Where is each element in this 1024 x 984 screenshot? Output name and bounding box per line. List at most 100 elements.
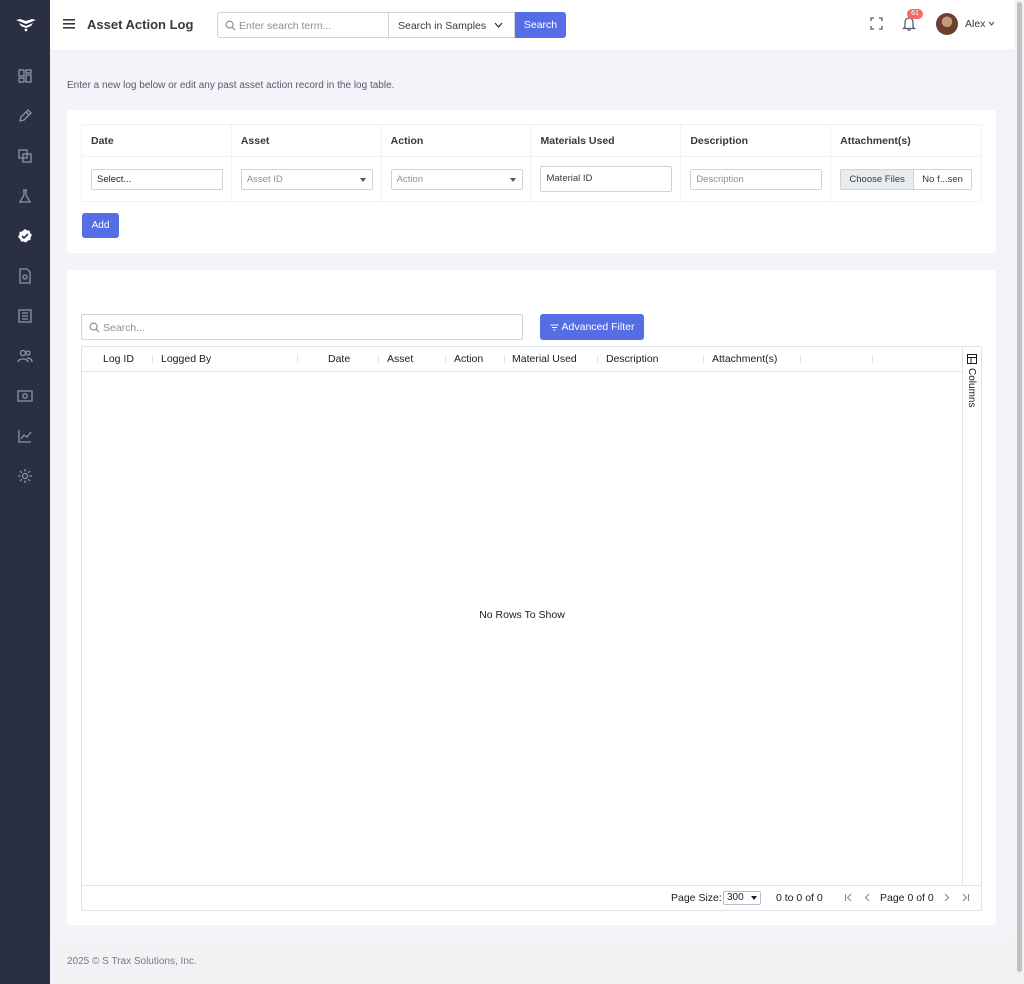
sidebar-item-settings[interactable] [15, 466, 35, 486]
add-button[interactable]: Add [82, 213, 119, 238]
header-asset: Asset [230, 124, 382, 157]
column-header-logged-by[interactable]: Logged By [161, 353, 211, 365]
avatar[interactable] [936, 13, 958, 35]
global-search[interactable] [217, 12, 389, 38]
header-action: Action [380, 124, 532, 157]
first-page-icon[interactable] [844, 893, 853, 902]
cell-materials: Material ID [530, 156, 682, 202]
search-icon [225, 20, 236, 31]
sidebar-item-documents[interactable] [15, 266, 35, 286]
header-description: Description [680, 124, 832, 157]
column-resize-handle[interactable] [504, 355, 505, 363]
header-attachments: Attachment(s) [830, 124, 982, 157]
column-header-description[interactable]: Description [606, 353, 659, 365]
action-select[interactable]: Action [390, 168, 523, 190]
sidebar [0, 0, 50, 984]
column-header-asset[interactable]: Asset [387, 353, 413, 365]
action-select-placeholder: Action [396, 173, 424, 185]
date-picker[interactable]: Select... [91, 168, 223, 190]
global-search-input[interactable] [239, 17, 384, 34]
row-count-summary: 0 to 0 of 0 [776, 892, 823, 904]
caret-down-icon [509, 177, 516, 182]
dashboard-icon [18, 69, 32, 83]
column-resize-handle[interactable] [378, 355, 379, 363]
money-icon [17, 390, 33, 402]
column-header-material-used[interactable]: Material Used [512, 353, 577, 365]
advanced-filter-label: Advanced Filter [561, 321, 635, 333]
sidebar-item-copies[interactable] [15, 146, 35, 166]
notification-badge: 61 [907, 9, 923, 19]
intro-text: Enter a new log below or edit any past a… [67, 80, 395, 91]
sidebar-item-edit[interactable] [15, 106, 35, 126]
search-icon [89, 322, 100, 333]
sidebar-item-lists[interactable] [15, 306, 35, 326]
previous-page-icon[interactable] [863, 893, 872, 902]
sidebar-item-asset-actions[interactable] [15, 226, 35, 246]
column-resize-handle[interactable] [597, 355, 598, 363]
search-scope-label: Search in Samples [398, 20, 487, 32]
page-size-value: 300 [727, 892, 744, 903]
pagination-bar: Page Size: 300 0 to 0 of 0 Page 0 of 0 [82, 885, 981, 910]
grid-search-input[interactable] [103, 319, 513, 336]
column-resize-handle[interactable] [297, 355, 298, 363]
chevron-down-icon [494, 22, 503, 28]
chevron-down-icon[interactable] [988, 21, 995, 26]
next-page-icon[interactable] [942, 893, 951, 902]
grid-header: Log ID Logged By Date Asset Action Mater… [82, 347, 962, 372]
topbar: Asset Action Log Search in Samples Searc… [50, 0, 1015, 50]
column-resize-handle[interactable] [703, 355, 704, 363]
header-date: Date [81, 124, 232, 157]
sidebar-item-reports[interactable] [15, 426, 35, 446]
user-name[interactable]: Alex [965, 18, 985, 30]
page-scrollbar[interactable] [1015, 0, 1024, 984]
list-icon [18, 309, 32, 323]
page-size-select[interactable]: 300 [723, 891, 761, 905]
choose-files-button[interactable]: Choose Files [841, 169, 915, 189]
column-header-date[interactable]: Date [328, 353, 350, 365]
sidebar-item-dashboard[interactable] [15, 66, 35, 86]
gear-icon [18, 469, 32, 483]
pencil-icon [19, 109, 32, 122]
header-materials-used: Materials Used [530, 124, 682, 157]
description-input[interactable]: Description [690, 168, 823, 190]
document-icon [19, 268, 31, 284]
column-resize-handle[interactable] [872, 355, 873, 363]
search-button[interactable]: Search [515, 12, 566, 38]
column-header-attachments[interactable]: Attachment(s) [712, 353, 777, 365]
page-title: Asset Action Log [87, 17, 194, 32]
search-scope-select[interactable]: Search in Samples [388, 12, 515, 38]
column-header-action[interactable]: Action [454, 353, 483, 365]
logo-icon[interactable] [15, 15, 37, 33]
column-resize-handle[interactable] [445, 355, 446, 363]
sidebar-item-lab[interactable] [15, 186, 35, 206]
columns-tab-label[interactable]: Columns [966, 368, 977, 407]
grid-search[interactable] [81, 314, 523, 340]
caret-down-icon [751, 896, 757, 900]
no-rows-message: No Rows To Show [479, 609, 565, 621]
material-input[interactable]: Material ID [540, 166, 673, 192]
log-grid: Log ID Logged By Date Asset Action Mater… [81, 346, 982, 911]
columns-icon [967, 354, 977, 364]
file-status: No f...sen [922, 173, 963, 185]
asset-select[interactable]: Asset ID [240, 168, 373, 190]
fullscreen-icon[interactable] [870, 17, 883, 30]
cell-date: Select... [81, 156, 232, 202]
chart-icon [18, 430, 32, 443]
column-header-log-id[interactable]: Log ID [103, 353, 134, 365]
entry-table: Date Asset Action Materials Used Descrip… [81, 124, 982, 202]
users-icon [17, 349, 33, 363]
column-resize-handle[interactable] [152, 355, 153, 363]
asset-select-placeholder: Asset ID [246, 173, 283, 185]
hamburger-menu-icon[interactable] [63, 17, 75, 31]
sidebar-item-users[interactable] [15, 346, 35, 366]
last-page-icon[interactable] [961, 893, 970, 902]
columns-side-panel[interactable]: Columns [962, 347, 981, 885]
file-input[interactable]: Choose Files No f...sen [840, 168, 973, 190]
advanced-filter-button[interactable]: Advanced Filter [540, 314, 644, 340]
scrollbar-thumb[interactable] [1017, 2, 1022, 972]
cell-description: Description [680, 156, 832, 202]
sidebar-item-billing[interactable] [15, 386, 35, 406]
column-resize-handle[interactable] [800, 355, 801, 363]
entry-card: Date Asset Action Materials Used Descrip… [67, 110, 996, 253]
copyright-text: 2025 © S Trax Solutions, Inc. [67, 956, 197, 967]
